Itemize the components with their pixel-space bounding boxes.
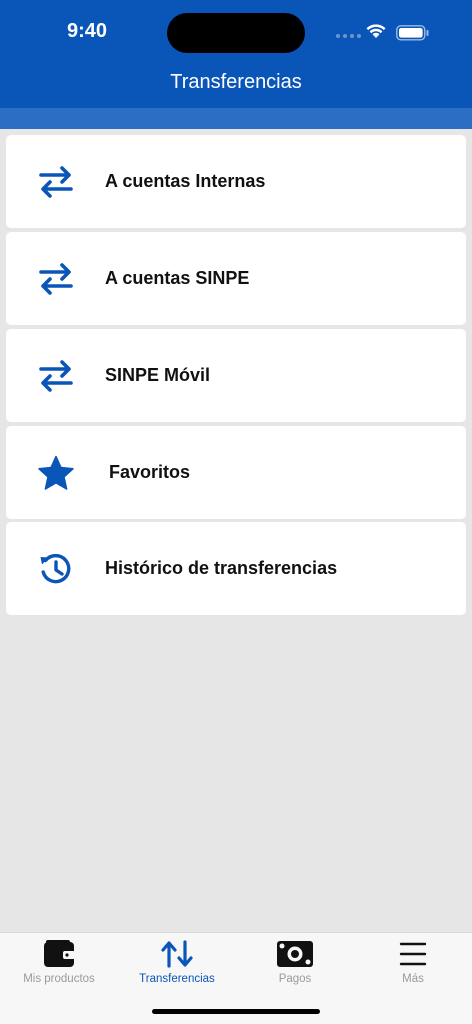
- menu-item-label: Favoritos: [109, 462, 191, 482]
- status-time: 9:40: [67, 20, 108, 42]
- battery-icon: [396, 25, 429, 41]
- menu-item-label: A cuentas Internas: [105, 171, 266, 191]
- transfer-arrows-icon: [39, 360, 73, 392]
- tab-label: Pagos: [278, 973, 312, 985]
- menu-item-a-cuentas-sinpe[interactable]: A cuentas SINPE: [6, 232, 466, 325]
- star-icon: [38, 455, 74, 490]
- tab-label: Mis productos: [23, 973, 95, 985]
- menu-item-label: SINPE Móvil: [105, 365, 211, 385]
- transfer-arrows-icon: [39, 166, 73, 198]
- header-band: [0, 108, 472, 129]
- menu-item-favoritos[interactable]: Favoritos: [6, 426, 466, 519]
- home-indicator[interactable]: [152, 1009, 320, 1014]
- menu-item-label: A cuentas SINPE: [105, 268, 250, 288]
- dynamic-island: [167, 13, 305, 53]
- menu-icon: [399, 942, 427, 966]
- tab-transferencias[interactable]: Transferencias: [118, 933, 236, 995]
- history-icon: [40, 553, 71, 584]
- cellular-signal-icon: [336, 34, 361, 38]
- tab-label: Transferencias: [139, 973, 215, 985]
- tab-label: Más: [402, 973, 424, 985]
- transfer-arrows-icon: [161, 940, 193, 968]
- wallet-icon: [44, 940, 75, 967]
- page-title: Transferencias: [170, 71, 302, 93]
- menu-item-label: Histórico de transferencias: [105, 558, 338, 578]
- tab-mas[interactable]: Más: [354, 933, 472, 995]
- money-icon: [277, 941, 313, 967]
- menu-item-a-cuentas-internas[interactable]: A cuentas Internas: [6, 135, 466, 228]
- transfer-arrows-icon: [39, 263, 73, 295]
- menu-item-sinpe-movil[interactable]: SINPE Móvil: [6, 329, 466, 422]
- tab-mis-productos[interactable]: Mis productos: [0, 933, 118, 995]
- menu-item-historico-de-transferencias[interactable]: Histórico de transferencias: [6, 522, 466, 615]
- wifi-icon: [366, 24, 386, 38]
- tab-pagos[interactable]: Pagos: [236, 933, 354, 995]
